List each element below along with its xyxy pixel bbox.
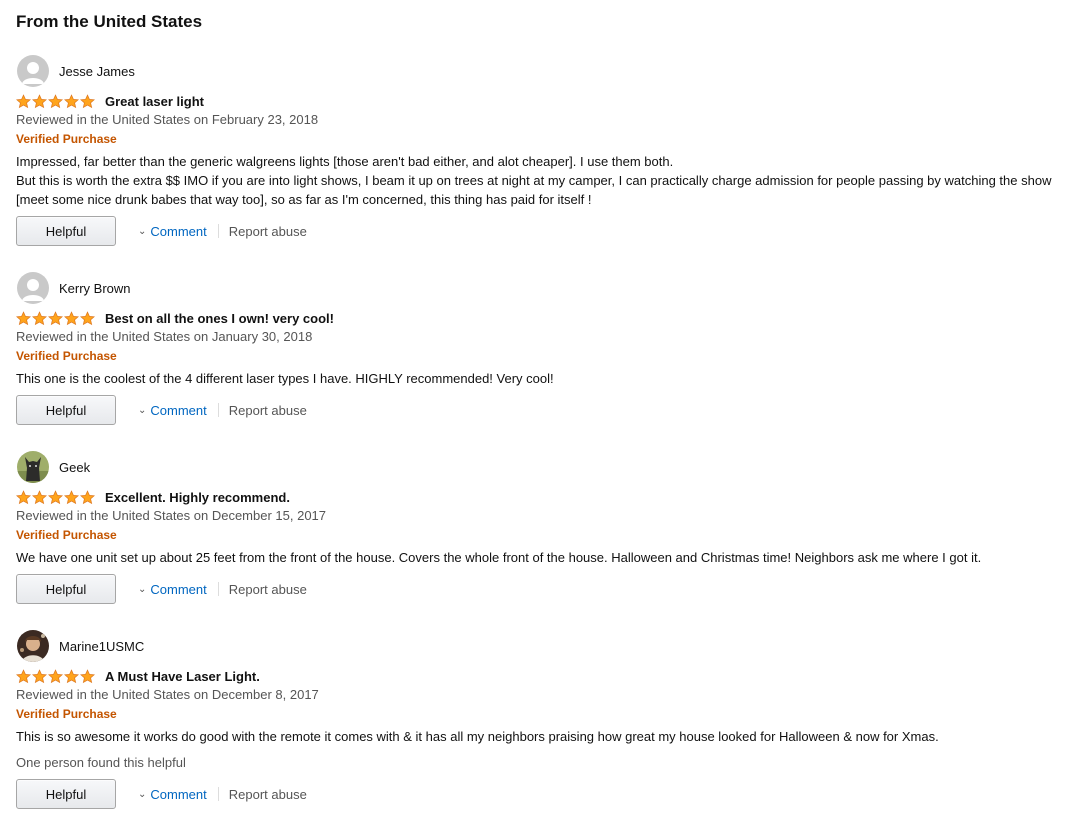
star-icon bbox=[32, 668, 47, 683]
helpful-button[interactable]: Helpful bbox=[16, 395, 116, 425]
chevron-down-icon: ⌄ bbox=[138, 583, 147, 595]
verified-purchase-badge[interactable]: Verified Purchase bbox=[16, 526, 1056, 544]
helpful-button[interactable]: Helpful bbox=[16, 574, 116, 604]
report-abuse-link[interactable]: Report abuse bbox=[229, 403, 307, 418]
star-icon bbox=[64, 489, 79, 504]
comment-link[interactable]: ⌄ Comment bbox=[138, 224, 207, 239]
review-body: Impressed, far better than the generic w… bbox=[16, 152, 1056, 209]
star-icon bbox=[48, 668, 63, 683]
star-icon bbox=[32, 489, 47, 504]
comment-link[interactable]: ⌄ Comment bbox=[138, 403, 207, 418]
comment-label: Comment bbox=[150, 786, 207, 802]
reviewer-profile[interactable]: Jesse James bbox=[16, 54, 1056, 88]
divider bbox=[217, 582, 219, 596]
chevron-down-icon: ⌄ bbox=[138, 788, 147, 800]
star-icon bbox=[80, 489, 95, 504]
review-title[interactable]: Great laser light bbox=[105, 94, 204, 109]
helpful-button[interactable]: Helpful bbox=[16, 216, 116, 246]
verified-purchase-badge[interactable]: Verified Purchase bbox=[16, 705, 1056, 723]
reviewer-name: Marine1USMC bbox=[59, 638, 145, 654]
review: Jesse James Great laser light Reviewed i… bbox=[16, 54, 1056, 246]
verified-purchase-badge[interactable]: Verified Purchase bbox=[16, 130, 1056, 148]
divider bbox=[217, 787, 219, 801]
star-icon bbox=[64, 668, 79, 683]
star-icon bbox=[80, 668, 95, 683]
reviewer-name: Jesse James bbox=[59, 63, 135, 79]
divider bbox=[217, 224, 219, 238]
review-body: This one is the coolest of the 4 differe… bbox=[16, 369, 1056, 388]
review-body-paragraph: Impressed, far better than the generic w… bbox=[16, 154, 674, 169]
star-icon bbox=[48, 489, 63, 504]
review-title[interactable]: Excellent. Highly recommend. bbox=[105, 490, 290, 505]
reviewer-profile[interactable]: Geek bbox=[16, 450, 1056, 484]
review-title[interactable]: Best on all the ones I own! very cool! bbox=[105, 311, 334, 326]
dog-photo-avatar bbox=[17, 451, 49, 483]
reviewer-profile[interactable]: Marine1USMC bbox=[16, 629, 1056, 663]
default-avatar-icon bbox=[17, 272, 49, 304]
review-body: We have one unit set up about 25 feet fr… bbox=[16, 548, 1056, 567]
review-body-paragraph: This is so awesome it works do good with… bbox=[16, 729, 939, 744]
review-date: Reviewed in the United States on Februar… bbox=[16, 112, 319, 127]
star-icon bbox=[32, 93, 47, 108]
report-abuse-link[interactable]: Report abuse bbox=[229, 224, 307, 239]
comment-label: Comment bbox=[150, 402, 207, 418]
star-icon bbox=[80, 310, 95, 325]
review-date: Reviewed in the United States on January… bbox=[16, 329, 313, 344]
star-rating[interactable] bbox=[16, 489, 96, 505]
chevron-down-icon: ⌄ bbox=[138, 225, 147, 237]
review-date: Reviewed in the United States on Decembe… bbox=[16, 508, 327, 523]
star-icon bbox=[16, 310, 31, 325]
comment-link[interactable]: ⌄ Comment bbox=[138, 582, 207, 597]
default-avatar-icon bbox=[17, 55, 49, 87]
review-body-paragraph: This one is the coolest of the 4 differe… bbox=[16, 371, 554, 386]
star-rating[interactable] bbox=[16, 310, 96, 326]
review: Kerry Brown Best on all the ones I own! … bbox=[16, 271, 1056, 425]
chevron-down-icon: ⌄ bbox=[138, 404, 147, 416]
person-photo-avatar bbox=[17, 630, 49, 662]
helpful-count-text: One person found this helpful bbox=[16, 755, 186, 770]
comment-label: Comment bbox=[150, 581, 207, 597]
section-title: From the United States bbox=[16, 12, 203, 31]
star-icon bbox=[16, 93, 31, 108]
review-title[interactable]: A Must Have Laser Light. bbox=[105, 669, 260, 684]
review-body: This is so awesome it works do good with… bbox=[16, 727, 1056, 746]
review: Geek Excellent. Highly recommend. Review… bbox=[16, 450, 1056, 604]
verified-purchase-badge[interactable]: Verified Purchase bbox=[16, 347, 1056, 365]
star-icon bbox=[80, 93, 95, 108]
star-rating[interactable] bbox=[16, 668, 96, 684]
star-rating[interactable] bbox=[16, 93, 96, 109]
reviewer-profile[interactable]: Kerry Brown bbox=[16, 271, 1056, 305]
comment-label: Comment bbox=[150, 223, 207, 239]
comment-link[interactable]: ⌄ Comment bbox=[138, 787, 207, 802]
star-icon bbox=[64, 93, 79, 108]
review-body-paragraph: But this is worth the extra $$ IMO if yo… bbox=[16, 173, 1052, 207]
divider bbox=[217, 403, 219, 417]
review-body-paragraph: We have one unit set up about 25 feet fr… bbox=[16, 550, 982, 565]
reviewer-name: Geek bbox=[59, 459, 91, 475]
review: Marine1USMC A Must Have Laser Light. Rev… bbox=[16, 629, 1056, 809]
star-icon bbox=[16, 489, 31, 504]
star-icon bbox=[48, 93, 63, 108]
report-abuse-link[interactable]: Report abuse bbox=[229, 787, 307, 802]
review-date: Reviewed in the United States on Decembe… bbox=[16, 687, 319, 702]
reviewer-name: Kerry Brown bbox=[59, 280, 131, 296]
report-abuse-link[interactable]: Report abuse bbox=[229, 582, 307, 597]
star-icon bbox=[16, 668, 31, 683]
star-icon bbox=[48, 310, 63, 325]
star-icon bbox=[32, 310, 47, 325]
star-icon bbox=[64, 310, 79, 325]
helpful-button[interactable]: Helpful bbox=[16, 779, 116, 809]
